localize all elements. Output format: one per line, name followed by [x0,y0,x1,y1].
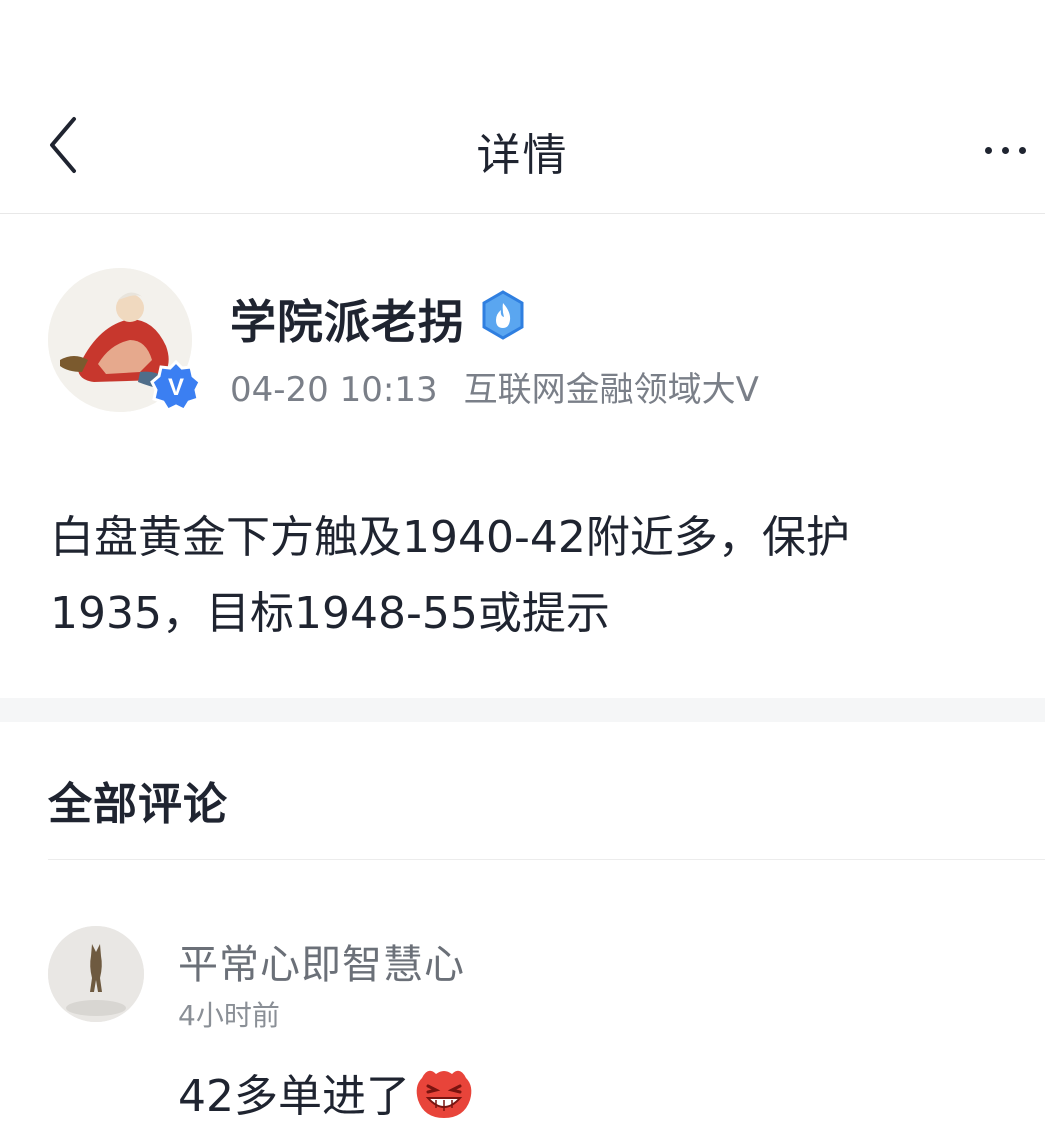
comment-time: 4小时前 [178,999,280,1032]
more-button[interactable] [985,125,1045,175]
more-dot [1019,146,1026,154]
author-tag: 互联网金融领域大V [463,370,759,410]
comment-body: 42多单进了 [178,1071,410,1122]
dog-photo-avatar [48,926,144,1022]
post-content: 白盘黄金下方触及1940-42附近多，保护1935，目标1948-55或提示 [50,512,850,639]
status-bar-area [0,0,1045,95]
flame-badge-icon [480,290,526,340]
verified-v-icon: V [150,359,202,412]
comments-divider [48,859,1045,860]
page-title: 详情 [476,130,569,181]
commenter-name[interactable]: 平常心即智慧心 [178,932,465,990]
comments-heading: 全部评论 [48,779,228,830]
post-meta: 04-20 10:13 互联网金融领域大V [230,362,759,411]
author-name[interactable]: 学院派老拐 [230,286,465,352]
laughing-face-emoji-icon [416,1070,472,1118]
post-time: 04-20 10:13 [230,370,438,410]
comments-section: 全部评论 平常心即智慧心 4小时前 42多单进了 [0,722,1045,1122]
commenter-avatar[interactable] [48,926,144,1022]
section-divider [0,698,1045,722]
top-nav-bar: 详情 [0,95,1045,214]
comment-text: 42多单进了 [178,1060,474,1124]
verified-letter: V [168,374,184,401]
verified-badge: V [150,359,202,412]
post-card: V 学院派老拐 04-20 10:13 互联网金融领域大V 白盘黄金下方触及194… [0,214,1045,698]
more-dot [985,146,992,154]
more-dot [1002,146,1009,154]
